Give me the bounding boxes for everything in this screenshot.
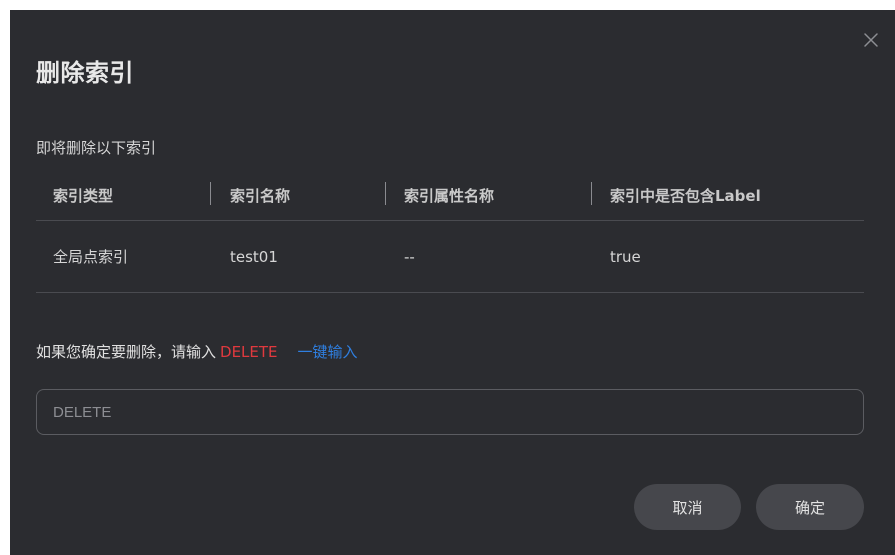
table-header-row: 索引类型 索引名称 索引属性名称 索引中是否包含Label <box>36 170 864 221</box>
table-row: 全局点索引 test01 -- true <box>36 221 864 293</box>
dialog-title: 删除索引 <box>36 59 134 87</box>
cell-contains-label: true <box>610 247 641 266</box>
header-contains-label: 索引中是否包含Label <box>610 186 761 205</box>
header-index-property-name: 索引属性名称 <box>404 186 495 205</box>
cell-index-type: 全局点索引 <box>53 248 129 266</box>
close-icon[interactable] <box>861 30 881 50</box>
cell-index-property-name: -- <box>404 247 415 266</box>
ok-button[interactable]: 确定 <box>756 484 864 530</box>
quick-input-link[interactable]: 一键输入 <box>298 341 358 362</box>
confirm-prompt: 如果您确定要删除，请输入 <box>36 343 217 361</box>
cell-index-name: test01 <box>230 247 278 266</box>
header-index-type: 索引类型 <box>53 186 114 205</box>
confirm-keyword: DELETE <box>220 342 278 361</box>
delete-index-dialog: 删除索引 即将删除以下索引 索引类型 索引名称 索引属性名称 索引中是否包含La… <box>10 10 895 555</box>
column-divider <box>591 182 592 205</box>
delete-confirm-input[interactable] <box>36 389 864 435</box>
header-index-name: 索引名称 <box>230 186 291 205</box>
dialog-description: 即将删除以下索引 <box>36 139 157 157</box>
index-table: 索引类型 索引名称 索引属性名称 索引中是否包含Label 全局点索引 test… <box>36 170 864 293</box>
column-divider <box>210 182 211 205</box>
cancel-button[interactable]: 取消 <box>634 484 741 530</box>
confirm-instruction: 如果您确定要删除，请输入 DELETE 一键输入 <box>36 341 358 362</box>
column-divider <box>385 182 386 205</box>
